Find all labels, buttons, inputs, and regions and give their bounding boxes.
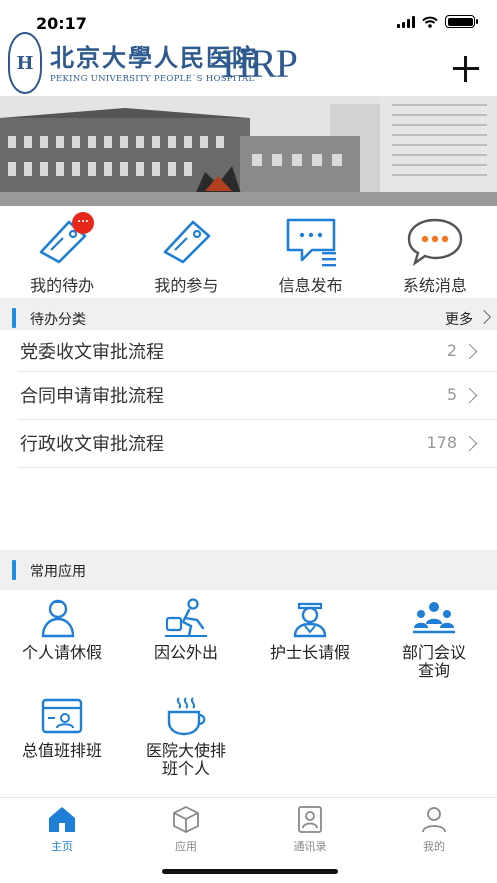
apps-section-header: 常用应用 (0, 550, 497, 590)
app-label: 部门会议 查询 (401, 643, 466, 680)
chevron-right-icon (461, 343, 478, 360)
todo-row[interactable]: 合同申请审批流程 5 (0, 372, 497, 420)
business-trip-icon (165, 598, 207, 638)
quick-action-system-messages[interactable]: 系统消息 (373, 208, 497, 296)
app-label: 个人请休假 (21, 643, 102, 662)
todo-row[interactable]: 党委收文审批流程 2 (0, 330, 497, 372)
app-hospital-ambassador-schedule[interactable]: 医院大使排 班个人 (124, 696, 248, 778)
banner-illustration (0, 96, 497, 206)
add-button[interactable] (453, 56, 479, 82)
nurse-icon (293, 602, 327, 638)
tab-label: 应用 (175, 840, 197, 853)
tab-home[interactable]: 主页 (0, 804, 124, 854)
app-label: 总值班排班 (21, 741, 102, 760)
section-title: 待办分类 (30, 312, 86, 328)
quick-actions: ... 我的待办 我的参与 信息发布 系统消息 (0, 208, 497, 296)
hospital-seal-logo: H (8, 32, 42, 94)
message-list-icon (286, 218, 336, 267)
contacts-icon (298, 806, 322, 833)
todo-count: 5 (446, 385, 457, 404)
chevron-right-icon (461, 435, 478, 452)
row-divider (18, 467, 497, 468)
quick-action-label: 我的参与 (154, 276, 219, 295)
app-head-nurse-leave[interactable]: 护士长请假 (248, 598, 372, 662)
wifi-icon (422, 16, 438, 28)
schedule-icon (41, 698, 83, 734)
hrp-logo: HRP (222, 41, 298, 86)
quick-action-my-todo[interactable]: ... 我的待办 (0, 208, 124, 296)
tag-icon (164, 220, 211, 264)
app-header: H 北京大學人民医院 PEKING UNIVERSITY PEOPLE`S HO… (0, 30, 497, 96)
tab-contacts[interactable]: 通讯录 (248, 804, 372, 854)
app-general-duty-schedule[interactable]: 总值班排班 (0, 696, 124, 760)
app-business-trip[interactable]: 因公外出 (124, 598, 248, 662)
todo-count: 2 (446, 341, 457, 360)
app-label: 因公外出 (153, 643, 218, 662)
battery-icon (445, 15, 478, 28)
cube-icon (173, 805, 199, 834)
hospital-banner-image (0, 96, 497, 206)
app-personal-leave[interactable]: 个人请休假 (0, 598, 124, 662)
tab-apps[interactable]: 应用 (124, 804, 248, 854)
todo-badge: ... (72, 212, 94, 234)
todo-name: 行政收文审批流程 (20, 434, 164, 455)
chat-bubble-icon (407, 218, 463, 266)
todo-name: 合同申请审批流程 (20, 386, 164, 407)
home-icon (49, 807, 75, 832)
todo-row[interactable]: 行政收文审批流程 178 (0, 420, 497, 468)
chevron-right-icon (461, 387, 478, 404)
more-link[interactable]: 更多 (445, 309, 473, 329)
todo-name: 党委收文审批流程 (20, 342, 164, 363)
home-indicator (162, 869, 338, 874)
chevron-right-icon[interactable] (476, 309, 492, 325)
quick-action-label: 我的待办 (30, 276, 95, 295)
app-label: 护士长请假 (269, 643, 350, 662)
coffee-cup-icon (167, 697, 206, 736)
signal-icon (397, 15, 415, 28)
app-dept-meeting-query[interactable]: 部门会议 查询 (372, 598, 496, 680)
quick-action-info-publish[interactable]: 信息发布 (249, 208, 373, 296)
app-label: 医院大使排 班个人 (145, 741, 226, 778)
tab-label: 我的 (423, 840, 445, 853)
tab-me[interactable]: 我的 (372, 804, 496, 854)
todo-count: 178 (426, 433, 457, 452)
meeting-icon (413, 602, 455, 634)
section-accent-bar (12, 560, 16, 580)
tab-label: 主页 (51, 840, 73, 853)
empty-space (0, 470, 497, 552)
quick-action-label: 信息发布 (278, 276, 343, 295)
section-title: 常用应用 (30, 564, 86, 580)
quick-action-my-participation[interactable]: 我的参与 (124, 208, 248, 296)
user-icon (422, 807, 446, 833)
quick-action-label: 系统消息 (402, 276, 467, 295)
section-accent-bar (12, 308, 16, 328)
person-leave-icon (41, 599, 75, 638)
status-icons (397, 15, 478, 28)
tab-label: 通讯录 (293, 840, 327, 853)
